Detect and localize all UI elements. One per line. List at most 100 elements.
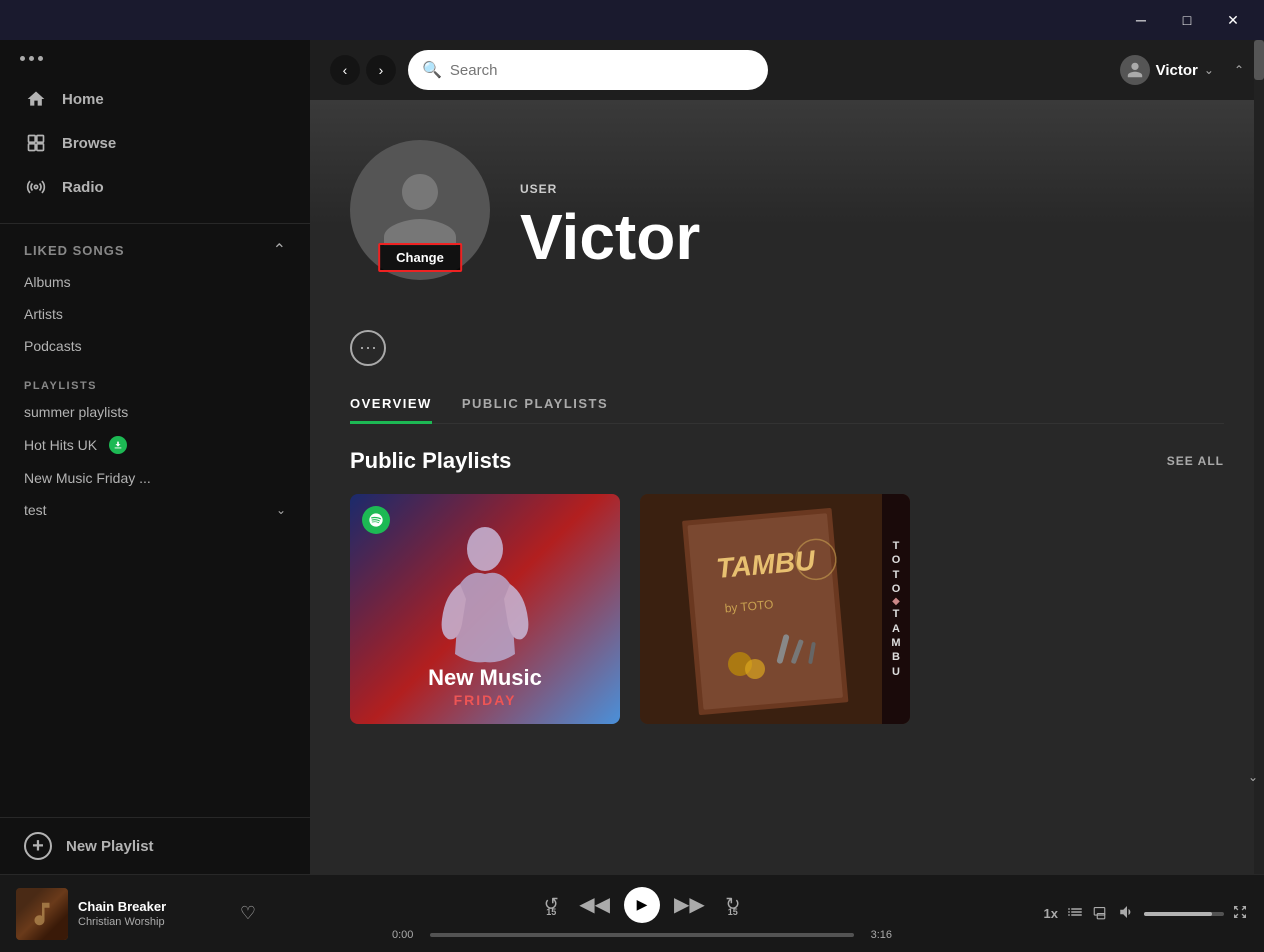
playlist-card-toto-tambu[interactable]: TAMBU by TOTO: [640, 494, 910, 724]
playlists-section-header: Public Playlists SEE ALL: [350, 448, 1224, 474]
new-music-friday-label: New Music Friday ...: [24, 470, 151, 486]
toto-t1: T: [893, 539, 900, 553]
forward-button[interactable]: ›: [366, 55, 396, 85]
now-playing: Chain Breaker Christian Worship ♡: [16, 888, 256, 940]
card-1-title-main: New Music: [428, 666, 542, 690]
toto-background: TAMBU by TOTO: [640, 494, 910, 724]
download-badge: [109, 436, 127, 454]
main-scrollbar-track: [1254, 40, 1264, 874]
more-options-button[interactable]: ⋯: [350, 330, 386, 366]
search-bar[interactable]: 🔍: [408, 50, 768, 90]
bottom-player: Chain Breaker Christian Worship ♡ ↺ 15 ◀…: [0, 874, 1264, 952]
playlist-item-summer[interactable]: summer playlists: [0, 396, 310, 428]
album-art-icon: [27, 899, 57, 929]
maximize-button[interactable]: □: [1164, 4, 1210, 36]
toto-mb: M: [891, 636, 900, 650]
scroll-arrows: ⌃: [1234, 64, 1244, 76]
user-chevron-icon: ⌄: [1204, 63, 1214, 77]
progress-bar[interactable]: 0:00 3:16: [392, 929, 892, 941]
queue-button[interactable]: [1066, 903, 1084, 924]
nav-arrows: ‹ ›: [330, 55, 396, 85]
user-name-label: Victor: [1156, 62, 1198, 79]
tab-overview[interactable]: OVERVIEW: [350, 386, 432, 424]
dot-3: [38, 56, 43, 61]
skip-back-15-button[interactable]: ↺ 15: [537, 891, 565, 919]
minimize-button[interactable]: ─: [1118, 4, 1164, 36]
album-art: [16, 888, 68, 940]
sidebar-top: [0, 40, 310, 77]
playlist-card-new-music-friday[interactable]: New Music FRIDAY: [350, 494, 620, 724]
heart-button[interactable]: ♡: [240, 903, 256, 924]
albums-label: Albums: [24, 274, 71, 290]
library-section-header[interactable]: Liked Songs ⌃: [0, 228, 310, 266]
progress-track[interactable]: [430, 933, 854, 937]
playlist-items-list: summer playlists Hot Hits UK New Music F…: [0, 396, 310, 817]
title-bar: ─ □ ✕: [0, 0, 1264, 40]
library-item-albums[interactable]: Albums: [0, 266, 310, 298]
podcasts-label: Podcasts: [24, 338, 82, 354]
sidebar-divider-1: [0, 223, 310, 224]
close-button[interactable]: ✕: [1210, 4, 1256, 36]
play-button[interactable]: ▶: [624, 887, 660, 923]
back-button[interactable]: ‹: [330, 55, 360, 85]
artists-label: Artists: [24, 306, 63, 322]
playlist-item-new-music-friday[interactable]: New Music Friday ...: [0, 462, 310, 494]
toto-am: A: [892, 622, 900, 636]
volume-button[interactable]: [1118, 903, 1136, 924]
playlists-grid: New Music FRIDAY: [350, 494, 1224, 724]
library-item-podcasts[interactable]: Podcasts: [0, 330, 310, 362]
profile-avatar-wrap: Change: [350, 140, 490, 280]
library-items: Albums Artists Podcasts: [0, 266, 310, 368]
chevron-up-icon: ⌃: [273, 240, 286, 260]
volume-bar[interactable]: [1144, 912, 1224, 916]
playback-speed-button[interactable]: 1x: [1044, 906, 1058, 921]
profile-info: USER Victor: [520, 182, 1224, 280]
expand-button[interactable]: [1232, 904, 1248, 923]
player-right-controls: 1x: [1028, 903, 1248, 924]
sidebar-item-browse[interactable]: Browse: [0, 121, 310, 165]
playlist-item-hot-hits[interactable]: Hot Hits UK: [0, 428, 310, 462]
radio-label: Radio: [62, 179, 104, 196]
user-area[interactable]: Victor ⌄: [1120, 55, 1214, 85]
main-scrollbar-thumb[interactable]: [1254, 40, 1264, 80]
search-input[interactable]: [450, 62, 754, 79]
toto-o1: O: [892, 553, 901, 567]
time-current: 0:00: [392, 929, 422, 941]
library-item-artists[interactable]: Artists: [0, 298, 310, 330]
skip-forward-15-button[interactable]: ↻ 15: [719, 891, 747, 919]
playlist-item-test[interactable]: test ⌄: [0, 494, 310, 526]
toto-side-text: T O T O ◆ T A M B U: [882, 494, 910, 724]
home-icon: [24, 87, 48, 111]
new-playlist-button[interactable]: + New Playlist: [0, 817, 310, 874]
toto-u: U: [892, 665, 900, 679]
sidebar: Home Browse Radio Liked Songs ⌃ Albu: [0, 40, 310, 874]
tab-public-playlists[interactable]: PUBLIC PLAYLISTS: [462, 386, 608, 424]
playlists-section-label: PLAYLISTS: [0, 368, 310, 396]
window-controls: ─ □ ✕: [1118, 4, 1256, 36]
sidebar-item-home[interactable]: Home: [0, 77, 310, 121]
sidebar-item-radio[interactable]: Radio: [0, 165, 310, 209]
see-all-button[interactable]: SEE ALL: [1167, 454, 1224, 468]
tabs-bar: OVERVIEW PUBLIC PLAYLISTS: [350, 386, 1224, 424]
hot-hits-item-left: Hot Hits UK: [24, 436, 127, 454]
sidebar-nav: Home Browse Radio: [0, 77, 310, 219]
sidebar-menu-dots[interactable]: [20, 56, 43, 61]
devices-button[interactable]: [1092, 903, 1110, 924]
card-overlay-1: New Music FRIDAY: [350, 494, 620, 724]
summer-playlists-label: summer playlists: [24, 404, 128, 420]
dot-1: [20, 56, 25, 61]
toto-ta: T: [893, 607, 900, 621]
test-label: test: [24, 502, 47, 518]
sidebar-playlists-section: PLAYLISTS summer playlists Hot Hits UK N…: [0, 368, 310, 817]
main-content: ‹ › 🔍 Victor ⌄ ⌃: [310, 40, 1264, 874]
song-title: Chain Breaker: [78, 899, 230, 914]
content-scroll[interactable]: ⋯ OVERVIEW PUBLIC PLAYLISTS Public Playl…: [310, 310, 1264, 874]
app-container: Home Browse Radio Liked Songs ⌃ Albu: [0, 40, 1264, 874]
change-photo-button[interactable]: Change: [378, 243, 462, 272]
toto-o2: O: [892, 582, 901, 596]
scroll-down-icon: ⌄: [1248, 770, 1258, 784]
profile-type-label: USER: [520, 182, 1224, 196]
user-avatar-icon: [1120, 55, 1150, 85]
previous-button[interactable]: ◀◀: [579, 892, 610, 917]
next-button[interactable]: ▶▶: [674, 892, 705, 917]
